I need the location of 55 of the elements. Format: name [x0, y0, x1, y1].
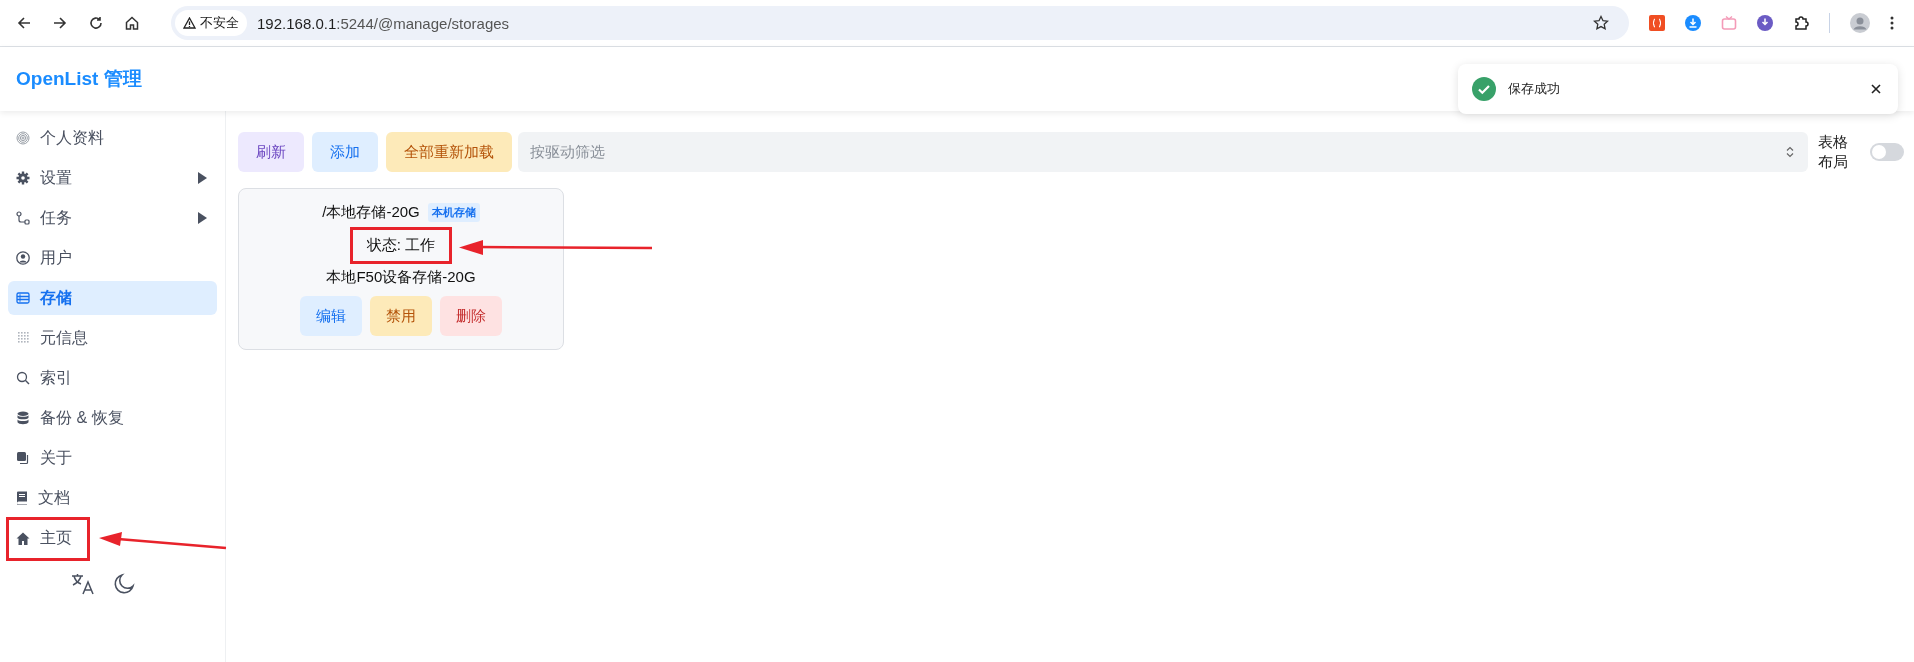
profile-avatar-icon[interactable] — [1850, 13, 1870, 33]
forward-icon[interactable] — [52, 15, 68, 31]
success-check-icon — [1472, 77, 1496, 101]
layout-toggle[interactable] — [1870, 143, 1904, 161]
close-icon[interactable] — [1870, 83, 1882, 95]
home-icon — [16, 531, 30, 545]
reload-icon[interactable] — [88, 15, 104, 31]
braces-extension-icon[interactable] — [1649, 15, 1665, 31]
gear-icon — [16, 171, 30, 185]
card-action-button[interactable]: 删除 — [440, 296, 502, 336]
dark-mode-moon-icon[interactable] — [112, 573, 135, 595]
sidebar-item[interactable]: 文档 — [8, 481, 217, 515]
card-action-button[interactable]: 禁用 — [370, 296, 432, 336]
bookmark-star-icon[interactable] — [1593, 15, 1609, 31]
storage-remark: 本地F50设备存储-20G — [326, 268, 476, 287]
address-bar[interactable]: 不安全 192.168.0.1:5244/@manage/storages — [171, 6, 1629, 40]
sidebar-item[interactable]: 个人资料 — [8, 121, 217, 155]
chevron-updown-icon — [1786, 146, 1794, 158]
warning-icon — [183, 17, 196, 29]
sidebar-item[interactable]: 用户 — [8, 241, 217, 275]
back-icon[interactable] — [16, 15, 32, 31]
database-icon — [16, 411, 30, 425]
sidebar-item[interactable]: 索引 — [8, 361, 217, 395]
more-menu-icon[interactable] — [1890, 15, 1894, 31]
driver-tag: 本机存储 — [427, 203, 480, 222]
sidebar-item[interactable]: 设置 — [8, 161, 217, 195]
book-icon — [16, 491, 28, 505]
user-circle-icon — [16, 251, 30, 265]
table-layout-label: 表格布局 — [1818, 132, 1849, 172]
storage-icon — [16, 291, 30, 305]
grid-dots-icon — [16, 331, 30, 345]
sidebar-item[interactable]: 关于 — [8, 441, 217, 475]
url-text: 192.168.0.1:5244/@manage/storages — [257, 14, 510, 32]
translate-icon[interactable] — [70, 573, 95, 595]
sidebar-item[interactable]: 元信息 — [8, 321, 217, 355]
sidebar-item[interactable]: 备份 & 恢复 — [8, 401, 217, 435]
storage-status: 状态: 工作 — [349, 227, 453, 264]
search-icon — [16, 371, 30, 385]
sidebar-item[interactable]: 主页 — [8, 521, 217, 555]
toolbar-button[interactable]: 添加 — [312, 132, 378, 172]
toolbar-button[interactable]: 全部重新加载 — [386, 132, 512, 172]
puzzle-icon[interactable] — [1793, 15, 1809, 31]
card-action-button[interactable]: 编辑 — [300, 296, 362, 336]
home-icon[interactable] — [124, 15, 140, 31]
security-chip[interactable]: 不安全 — [175, 10, 247, 36]
copy-icon — [16, 451, 30, 465]
fingerprint-icon — [16, 131, 30, 145]
download-extension-icon[interactable] — [1685, 15, 1701, 31]
flow-nodes-icon — [16, 211, 30, 225]
sidebar-item[interactable]: 任务 — [8, 201, 217, 235]
sidebar-item[interactable]: 存储 — [8, 281, 217, 315]
mount-path: /本地存储-20G — [322, 203, 420, 222]
download-badge-extension-icon[interactable] — [1757, 15, 1773, 31]
toast-message: 保存成功 — [1508, 80, 1560, 98]
toolbar-button[interactable]: 刷新 — [238, 132, 304, 172]
